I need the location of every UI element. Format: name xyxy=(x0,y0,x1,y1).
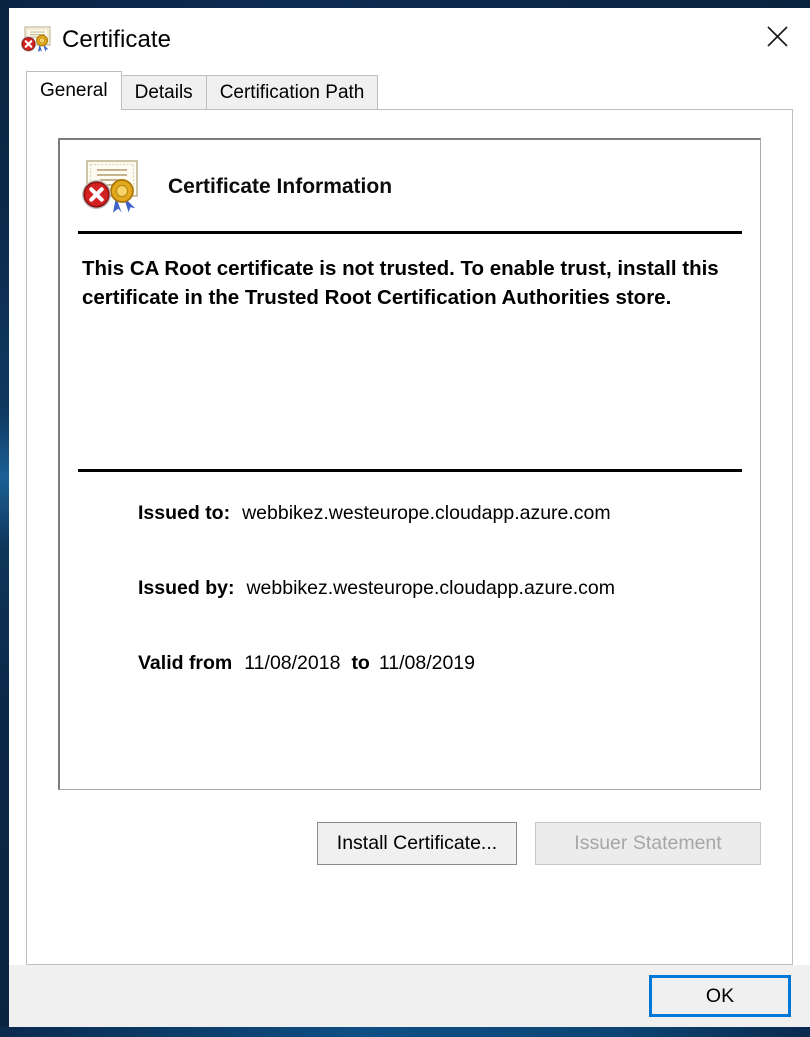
issued-by-value: webbikez.westeurope.cloudapp.azure.com xyxy=(246,577,616,599)
close-icon xyxy=(765,24,790,49)
tab-body-general: Certificate Information This CA Root cer… xyxy=(26,109,793,965)
issued-by-row: Issued by: webbikez.westeurope.cloudapp.… xyxy=(138,577,760,600)
screen-root: Certificate General Details Certificatio… xyxy=(0,0,810,1037)
certificate-information-heading: Certificate Information xyxy=(168,175,393,198)
tab-certification-path[interactable]: Certification Path xyxy=(205,75,379,110)
ok-button[interactable]: OK xyxy=(649,975,791,1017)
valid-from-date: 11/08/2018 xyxy=(244,652,341,674)
ok-button-label: OK xyxy=(705,985,735,1007)
valid-from-label: Valid from xyxy=(138,652,233,674)
tab-general-label: General xyxy=(40,80,108,101)
dialog-footer: OK xyxy=(9,965,810,1027)
issuer-statement-label: Issuer Statement xyxy=(574,832,722,854)
validity-separator: to xyxy=(351,652,370,674)
title-bar: Certificate xyxy=(9,8,810,71)
issued-to-value: webbikez.westeurope.cloudapp.azure.com xyxy=(242,502,611,524)
panel-button-row: Install Certificate... Issuer Statement xyxy=(27,822,761,865)
validity-row: Valid from 11/08/2018 to 11/08/2019 xyxy=(138,652,760,675)
certificate-info-header: Certificate Information xyxy=(60,140,760,213)
certificate-fields: Issued to: webbikez.westeurope.cloudapp.… xyxy=(60,502,760,675)
valid-to-date: 11/08/2019 xyxy=(378,652,475,674)
certificate-info-panel: Certificate Information This CA Root cer… xyxy=(58,138,761,790)
background-window-left-edge xyxy=(0,0,9,1037)
background-window-bottom-edge xyxy=(0,1027,810,1037)
trust-warning-text: This CA Root certificate is not trusted.… xyxy=(82,257,719,309)
divider-top xyxy=(78,231,742,234)
tab-certification-path-label: Certification Path xyxy=(219,82,365,103)
issuer-statement-button: Issuer Statement xyxy=(535,822,761,865)
close-button[interactable] xyxy=(744,8,810,64)
certificate-dialog: Certificate General Details Certificatio… xyxy=(9,8,810,1027)
install-certificate-label: Install Certificate... xyxy=(336,832,498,854)
certificate-error-icon xyxy=(18,25,52,55)
divider-middle xyxy=(78,469,742,472)
issued-by-label: Issued by: xyxy=(138,577,235,599)
tab-details-label: Details xyxy=(134,82,193,103)
tab-general[interactable]: General xyxy=(26,71,122,110)
background-window-top-edge xyxy=(0,0,810,8)
install-certificate-button[interactable]: Install Certificate... xyxy=(317,822,517,865)
certificate-error-icon xyxy=(78,159,140,215)
issued-to-row: Issued to: webbikez.westeurope.cloudapp.… xyxy=(138,502,760,525)
tab-strip: General Details Certification Path xyxy=(9,71,810,110)
tab-details[interactable]: Details xyxy=(120,75,207,110)
window-title: Certificate xyxy=(62,25,172,53)
issued-to-label: Issued to: xyxy=(138,502,231,524)
